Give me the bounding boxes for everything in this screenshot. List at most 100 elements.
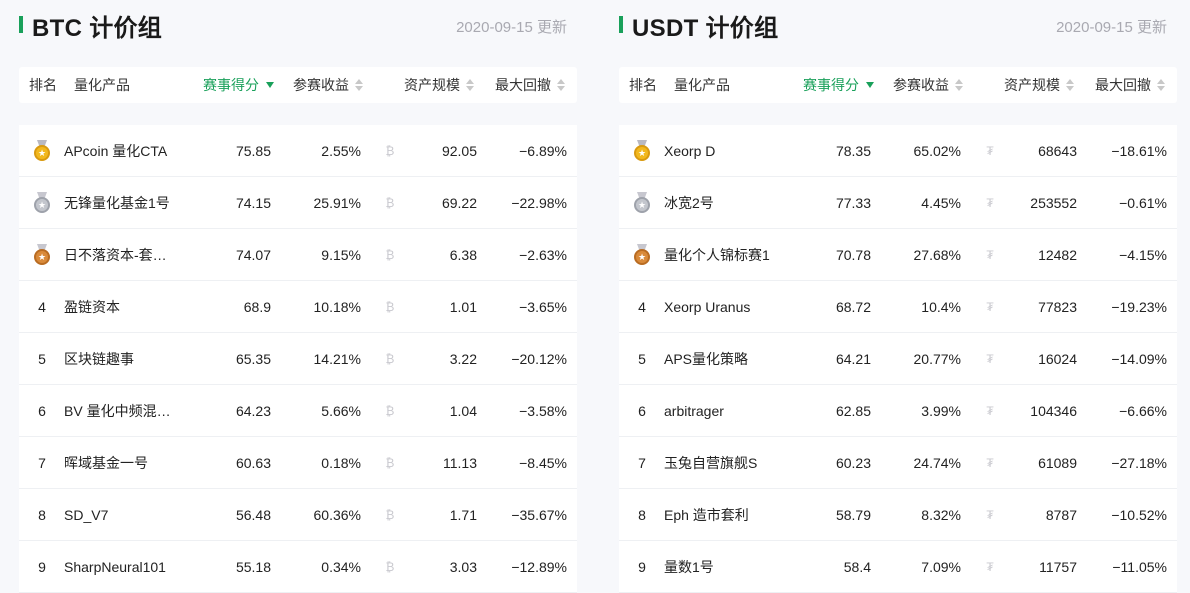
table-header: 排名 量化产品 赛事得分 参赛收益 资产规模 最大回撤 (619, 67, 1177, 103)
table-body: ★ APcoin 量化CTA 75.85 2.55% ₿ 92.05 −6.89%… (19, 125, 577, 593)
drawdown-value: −4.15% (1119, 247, 1167, 263)
aum-value: 1.71 (449, 507, 477, 523)
table-row[interactable]: ★ 冰宽2号 77.33 4.45% ₮ 253552 −0.61% (619, 177, 1177, 229)
table-row[interactable]: ★ APcoin 量化CTA 75.85 2.55% ₿ 92.05 −6.89% (19, 125, 577, 177)
silver-medal-icon: ★ (32, 192, 52, 214)
aum-value: 77823 (1038, 299, 1077, 315)
aum-value: 12482 (1038, 247, 1077, 263)
header-aum-label: 资产规模 (404, 77, 460, 93)
return-value: 25.91% (313, 195, 361, 211)
table-row[interactable]: 4 Xeorp Uranus 68.72 10.4% ₮ 77823 −19.23… (619, 281, 1177, 333)
table-row[interactable]: 5 区块链趣事 65.35 14.21% ₿ 3.22 −20.12% (19, 333, 577, 385)
product-name[interactable]: APcoin 量化CTA (64, 125, 182, 177)
return-value: 4.45% (921, 195, 961, 211)
updated-date: 2020-09-15 更新 (456, 19, 567, 36)
product-name[interactable]: 量数1号 (664, 541, 782, 593)
table-row[interactable]: 7 玉兔自营旗舰S 60.23 24.74% ₮ 61089 −27.18% (619, 437, 1177, 489)
drawdown-value: −11.05% (1112, 559, 1167, 575)
product-name[interactable]: 玉兔自营旗舰S (664, 437, 782, 489)
table-row[interactable]: 7 晖域基金一号 60.63 0.18% ₿ 11.13 −8.45% (19, 437, 577, 489)
drawdown-value: −12.89% (511, 559, 567, 575)
score-value: 62.85 (835, 403, 871, 419)
return-value: 24.74% (913, 455, 961, 471)
header-score-sortable[interactable]: 赛事得分 (203, 67, 274, 103)
product-name[interactable]: BV 量化中频混… (64, 385, 182, 437)
bronze-medal-icon: ★ (32, 244, 52, 266)
return-value: 5.66% (321, 403, 361, 419)
table-row[interactable]: 9 SharpNeural101 55.18 0.34% ₿ 3.03 −12.8… (19, 541, 577, 593)
updated-date: 2020-09-15 更新 (1056, 19, 1167, 36)
header-name: 量化产品 (674, 77, 730, 93)
sort-icon (1157, 78, 1165, 92)
table-row[interactable]: 8 Eph 造市套利 58.79 8.32% ₮ 8787 −10.52% (619, 489, 1177, 541)
header-score-label: 赛事得分 (803, 77, 859, 93)
drawdown-value: −27.18% (1111, 455, 1167, 471)
product-name[interactable]: arbitrager (664, 385, 782, 437)
table-row[interactable]: 8 SD_V7 56.48 60.36% ₿ 1.71 −35.67% (19, 489, 577, 541)
table-row[interactable]: ★ 量化个人锦标赛1 70.78 27.68% ₮ 12482 −4.15% (619, 229, 1177, 281)
table-row[interactable]: 5 APS量化策略 64.21 20.77% ₮ 16024 −14.09% (619, 333, 1177, 385)
gold-medal-icon: ★ (632, 140, 652, 162)
rank-number: 4 (38, 299, 46, 315)
header-aum-sortable[interactable]: 资产规模 (404, 67, 474, 103)
drawdown-value: −20.12% (511, 351, 567, 367)
return-value: 10.4% (921, 299, 961, 315)
table-row[interactable]: 4 盈链资本 68.9 10.18% ₿ 1.01 −3.65% (19, 281, 577, 333)
coin-icon: ₿ (385, 300, 395, 314)
sort-desc-icon (866, 82, 874, 88)
title-accent-bar (19, 16, 23, 33)
product-name[interactable]: Eph 造市套利 (664, 489, 782, 541)
header-return-sortable[interactable]: 参赛收益 (293, 67, 363, 103)
score-value: 58.4 (843, 559, 871, 575)
coin-icon: ₮ (986, 560, 994, 574)
product-name[interactable]: Xeorp Uranus (664, 281, 782, 333)
product-name[interactable]: 冰宽2号 (664, 177, 782, 229)
drawdown-value: −22.98% (511, 195, 567, 211)
table-row[interactable]: 6 BV 量化中频混… 64.23 5.66% ₿ 1.04 −3.58% (19, 385, 577, 437)
header-score-sortable[interactable]: 赛事得分 (803, 67, 874, 103)
product-name[interactable]: 量化个人锦标赛1 (664, 229, 782, 281)
drawdown-value: −35.67% (511, 507, 567, 523)
product-name[interactable]: 晖域基金一号 (64, 437, 182, 489)
panel-title: BTC 计价组 (32, 15, 163, 42)
return-value: 3.99% (921, 403, 961, 419)
table-row[interactable]: ★ Xeorp D 78.35 65.02% ₮ 68643 −18.61% (619, 125, 1177, 177)
drawdown-value: −10.52% (1111, 507, 1167, 523)
table-row[interactable]: ★ 日不落资本-套… 74.07 9.15% ₿ 6.38 −2.63% (19, 229, 577, 281)
coin-icon: ₿ (385, 144, 395, 158)
score-value: 64.21 (835, 351, 871, 367)
product-name[interactable]: 日不落资本-套… (64, 229, 182, 281)
aum-value: 16024 (1038, 351, 1077, 367)
header-rank: 排名 (29, 77, 57, 93)
coin-icon: ₮ (986, 404, 994, 418)
sort-icon (466, 78, 474, 92)
header-drawdown-sortable[interactable]: 最大回撤 (1095, 67, 1165, 103)
header-return-sortable[interactable]: 参赛收益 (893, 67, 963, 103)
product-name[interactable]: 无锋量化基金1号 (64, 177, 182, 229)
aum-value: 1.01 (449, 299, 477, 315)
aum-value: 92.05 (441, 143, 477, 159)
return-value: 14.21% (313, 351, 361, 367)
product-name[interactable]: 盈链资本 (64, 281, 182, 333)
product-name[interactable]: APS量化策略 (664, 333, 782, 385)
product-name[interactable]: 区块链趣事 (64, 333, 182, 385)
rank-number: 9 (638, 559, 646, 575)
header-drawdown-sortable[interactable]: 最大回撤 (495, 67, 565, 103)
aum-value: 1.04 (449, 403, 477, 419)
product-name[interactable]: SD_V7 (64, 489, 182, 541)
rank-number: 6 (38, 403, 46, 419)
score-value: 68.72 (835, 299, 871, 315)
return-value: 65.02% (913, 143, 961, 159)
table-row[interactable]: 9 量数1号 58.4 7.09% ₮ 11757 −11.05% (619, 541, 1177, 593)
rank-number: 7 (38, 455, 46, 471)
table-row[interactable]: ★ 无锋量化基金1号 74.15 25.91% ₿ 69.22 −22.98% (19, 177, 577, 229)
coin-icon: ₿ (385, 456, 395, 470)
header-aum-sortable[interactable]: 资产规模 (1004, 67, 1074, 103)
return-value: 20.77% (913, 351, 961, 367)
product-name[interactable]: SharpNeural101 (64, 541, 182, 593)
table-row[interactable]: 6 arbitrager 62.85 3.99% ₮ 104346 −6.66% (619, 385, 1177, 437)
product-name[interactable]: Xeorp D (664, 125, 782, 177)
coin-icon: ₿ (385, 404, 395, 418)
drawdown-value: −2.63% (519, 247, 567, 263)
header-return-label: 参赛收益 (293, 77, 349, 93)
